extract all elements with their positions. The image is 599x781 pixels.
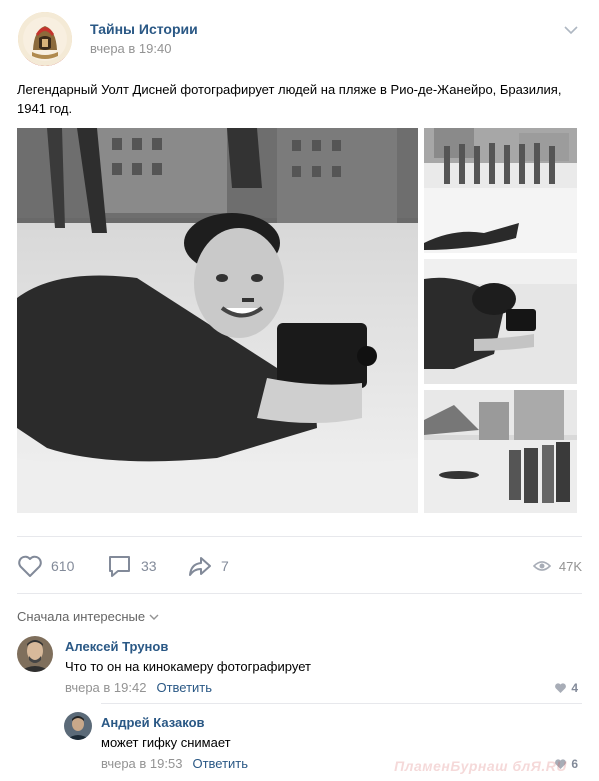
comment: Алексей Трунов Что то он на кинокамеру ф…	[17, 636, 582, 700]
comments-sort-label: Сначала интересные	[17, 609, 146, 624]
group-avatar[interactable]	[18, 12, 72, 66]
photo-thumb-2[interactable]	[424, 259, 577, 384]
post-text: Легендарный Уолт Дисней фотографирует лю…	[17, 82, 562, 116]
post-header: Тайны Истории вчера в 19:40	[18, 12, 583, 68]
group-name[interactable]: Тайны Истории	[90, 21, 198, 37]
reply-button[interactable]: Ответить	[156, 680, 212, 695]
photo-thumb-3[interactable]	[424, 390, 577, 513]
views-counter: 47K	[532, 553, 582, 579]
share-count: 7	[221, 558, 229, 574]
comment-text: может гифку снимает	[101, 735, 231, 750]
post-actions: 610 33 7 47K	[17, 536, 582, 594]
comment-meta: вчера в 19:53 Ответить	[101, 756, 248, 771]
post-time[interactable]: вчера в 19:40	[90, 41, 171, 56]
watermark: ПламенБурнаш блЯ.RU	[394, 758, 567, 774]
comment-author[interactable]: Алексей Трунов	[65, 639, 168, 654]
comment-like-button[interactable]: 4	[554, 681, 578, 695]
chevron-down-icon	[149, 614, 159, 620]
share-icon	[189, 557, 211, 576]
comment-count: 33	[141, 558, 157, 574]
reply-button[interactable]: Ответить	[192, 756, 248, 771]
heart-icon	[555, 683, 567, 693]
like-count: 610	[51, 558, 75, 574]
divider	[101, 703, 582, 704]
eye-icon	[532, 561, 551, 571]
comment-time[interactable]: вчера в 19:53	[101, 756, 182, 771]
comment-author[interactable]: Андрей Казаков	[101, 715, 205, 730]
chevron-down-icon[interactable]	[563, 22, 579, 38]
like-button[interactable]: 610	[17, 553, 74, 579]
views-count: 47K	[558, 558, 582, 574]
comment-time[interactable]: вчера в 19:42	[65, 680, 146, 695]
share-button[interactable]: 7	[187, 553, 229, 579]
heart-icon	[18, 555, 42, 577]
comments-sort-dropdown[interactable]: Сначала интересные	[17, 609, 159, 624]
comment-like-count: 4	[571, 681, 578, 695]
comment-icon	[109, 556, 130, 577]
comment-like-count: 6	[571, 757, 578, 771]
photo-thumb-1[interactable]	[424, 128, 577, 253]
avatar[interactable]	[17, 636, 53, 672]
comment-text: Что то он на кинокамеру фотографирует	[65, 659, 311, 674]
comment-button[interactable]: 33	[107, 553, 157, 579]
photo-main[interactable]	[17, 128, 418, 513]
comment-meta: вчера в 19:42 Ответить	[65, 680, 212, 695]
avatar[interactable]	[64, 712, 92, 740]
